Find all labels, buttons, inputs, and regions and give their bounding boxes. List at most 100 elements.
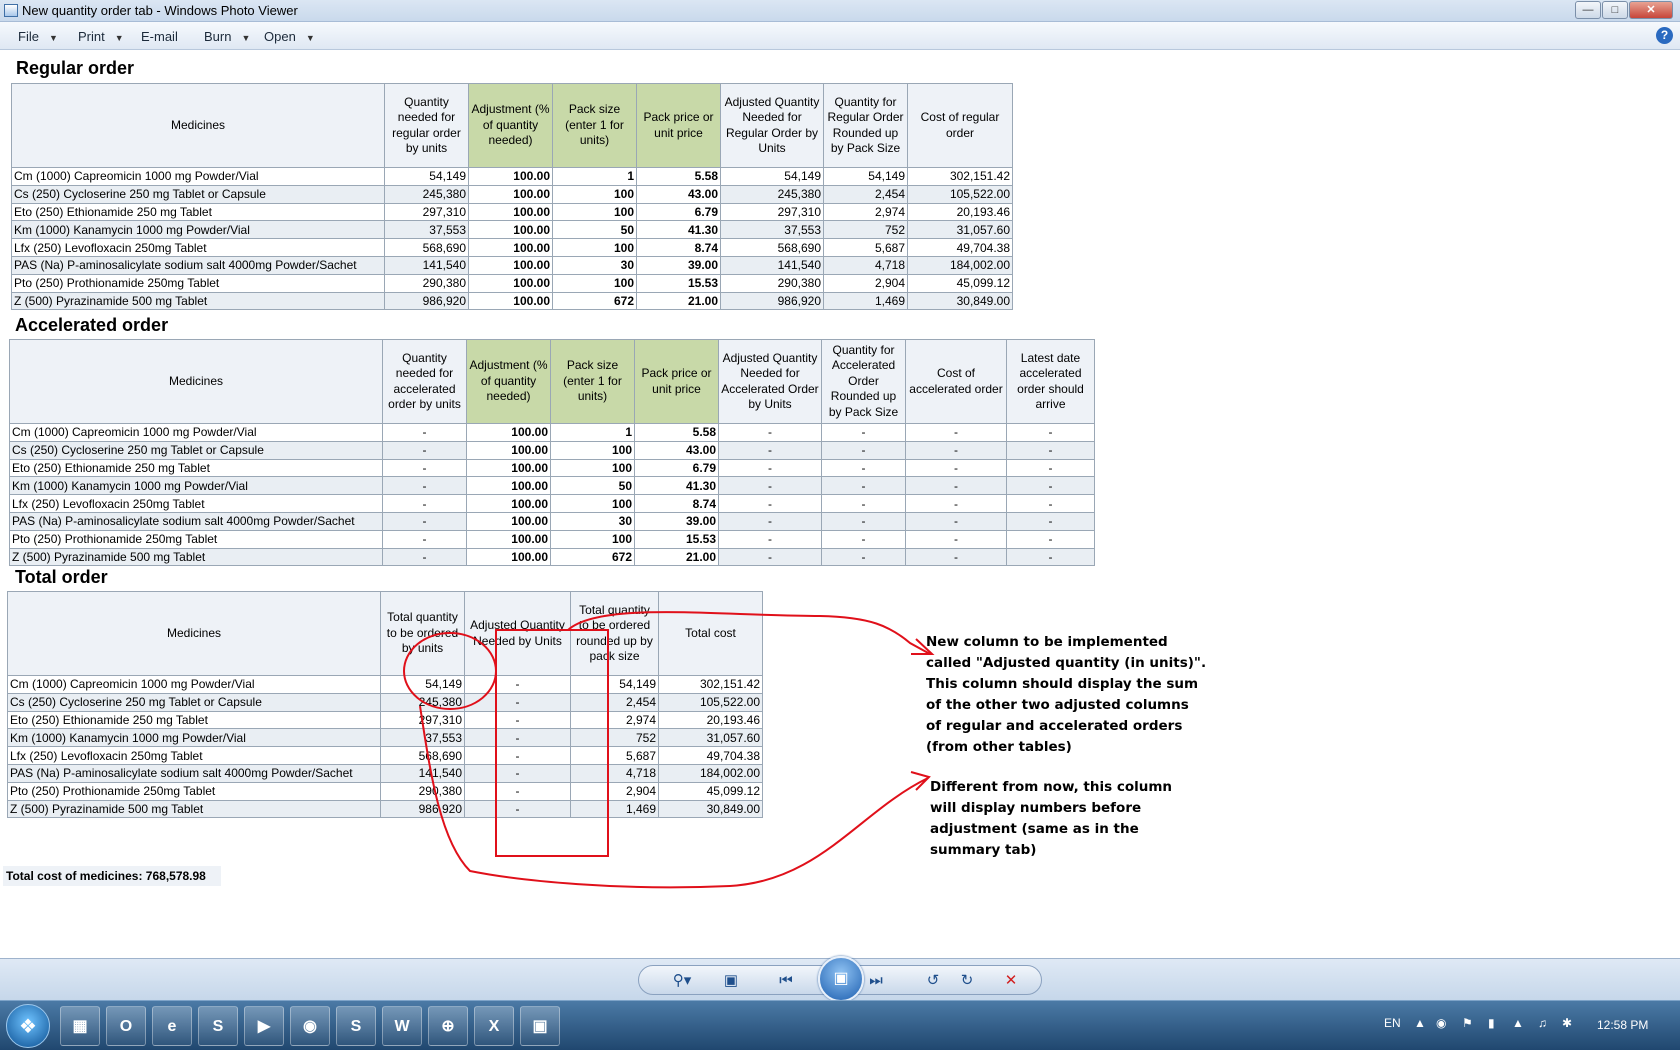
value-cell: 184,002.00	[658, 763, 763, 783]
explorer-icon[interactable]: ▦	[60, 1006, 100, 1046]
value-cell[interactable]: 672	[552, 291, 637, 311]
value-cell[interactable]: 15.53	[634, 529, 719, 549]
menu-open[interactable]: Open ▼	[264, 29, 315, 44]
value-cell[interactable]: 100.00	[466, 440, 551, 460]
table-row: Eto (250) Ethionamide 250 mg Tablet -100.…	[9, 458, 1095, 478]
minimize-icon[interactable]: —	[1575, 1, 1601, 19]
app-icon[interactable]: ⊕	[428, 1006, 468, 1046]
value-cell[interactable]: 30	[552, 255, 637, 275]
tray-app-icon[interactable]: ◉	[1436, 1016, 1446, 1030]
value-cell[interactable]: 43.00	[636, 184, 721, 204]
value-cell: 184,002.00	[907, 255, 1013, 275]
value-cell[interactable]: 41.30	[634, 476, 719, 496]
skype-business-icon[interactable]: S	[336, 1006, 376, 1046]
value-cell[interactable]: 43.00	[634, 440, 719, 460]
value-cell[interactable]: 39.00	[636, 255, 721, 275]
value-cell[interactable]: 41.30	[636, 220, 721, 240]
medicine-cell: Lfx (250) Levofloxacin 250mg Tablet	[9, 494, 383, 513]
clock[interactable]: 12:58 PM	[1597, 1018, 1648, 1032]
medicine-cell: Pto (250) Prothionamide 250mg Tablet	[11, 273, 385, 293]
value-cell[interactable]: 100	[550, 440, 635, 460]
zoom-icon[interactable]: ⚲▾	[665, 970, 699, 992]
value-cell[interactable]: 100.00	[468, 273, 553, 293]
value-cell[interactable]: 15.53	[636, 273, 721, 293]
value-cell[interactable]: 100.00	[468, 184, 553, 204]
tray-extra-icon[interactable]: ✱	[1562, 1016, 1572, 1030]
value-cell[interactable]: 100.00	[466, 458, 551, 478]
table-row: Km (1000) Kanamycin 1000 mg Powder/Vial -…	[9, 476, 1095, 496]
value-cell[interactable]: 21.00	[634, 547, 719, 567]
value-cell[interactable]: 100	[552, 273, 637, 293]
value-cell[interactable]: 100	[550, 529, 635, 549]
value-cell: -	[821, 529, 906, 549]
menu-burn[interactable]: Burn ▼	[204, 29, 250, 44]
value-cell: 245,380	[720, 184, 824, 204]
rotate-right-icon[interactable]: ↻	[955, 970, 979, 992]
value-cell[interactable]: 100.00	[468, 202, 553, 222]
value-cell[interactable]: 100.00	[466, 476, 551, 496]
start-button[interactable]: ❖	[6, 1004, 50, 1048]
value-cell[interactable]: 100	[552, 202, 637, 222]
value-cell[interactable]: 5.58	[636, 167, 721, 186]
value-cell[interactable]: 100.00	[468, 167, 553, 186]
value-cell[interactable]: 672	[550, 547, 635, 567]
value-cell[interactable]: 100.00	[466, 547, 551, 567]
value-cell[interactable]: 100	[552, 238, 637, 257]
value-cell[interactable]: 5.58	[634, 423, 719, 442]
close-icon[interactable]: ✕	[1629, 1, 1673, 19]
network-icon[interactable]: ▲	[1512, 1016, 1524, 1030]
value-cell[interactable]: 8.74	[636, 238, 721, 257]
action-center-icon[interactable]: ⚑	[1462, 1016, 1473, 1030]
table-row: PAS (Na) P-aminosalicylate sodium salt 4…	[9, 511, 1095, 531]
menu-email[interactable]: E-mail	[141, 29, 178, 44]
value-cell[interactable]: 50	[550, 476, 635, 496]
accelerated-header: Latest date accelerated order should arr…	[1006, 339, 1095, 424]
value-cell[interactable]: 100.00	[468, 220, 553, 240]
value-cell[interactable]: 100.00	[468, 291, 553, 311]
media-icon[interactable]: ▶	[244, 1006, 284, 1046]
word-icon[interactable]: W	[382, 1006, 422, 1046]
value-cell: -	[1006, 458, 1095, 478]
value-cell[interactable]: 100.00	[466, 529, 551, 549]
menu-print[interactable]: Print ▼	[78, 29, 124, 44]
menu-file[interactable]: File ▼	[18, 29, 58, 44]
photo-viewer-icon[interactable]: ▣	[520, 1006, 560, 1046]
show-hidden-icons[interactable]: ▲	[1414, 1016, 1426, 1030]
next-icon[interactable]: ⏭	[861, 970, 891, 992]
fit-icon[interactable]: ▣	[719, 970, 743, 992]
battery-icon[interactable]: ▮	[1488, 1016, 1495, 1030]
rotate-left-icon[interactable]: ↺	[921, 970, 945, 992]
value-cell[interactable]: 100.00	[468, 255, 553, 275]
outlook-icon[interactable]: O	[106, 1006, 146, 1046]
value-cell[interactable]: 100	[550, 494, 635, 513]
skype-icon[interactable]: S	[198, 1006, 238, 1046]
table-row: Lfx (250) Levofloxacin 250mg Tablet -100.…	[9, 494, 1095, 513]
value-cell[interactable]: 30	[550, 511, 635, 531]
value-cell[interactable]: 100.00	[468, 238, 553, 257]
slideshow-icon[interactable]: ▣	[818, 956, 864, 1002]
language-indicator[interactable]: EN	[1384, 1016, 1401, 1030]
excel-icon[interactable]: X	[474, 1006, 514, 1046]
value-cell[interactable]: 50	[552, 220, 637, 240]
maximize-icon[interactable]: □	[1602, 1, 1628, 19]
delete-icon[interactable]: ✕	[999, 970, 1023, 992]
previous-icon[interactable]: ⏮	[771, 970, 801, 992]
chrome-icon[interactable]: ◉	[290, 1006, 330, 1046]
value-cell[interactable]: 100	[550, 458, 635, 478]
help-icon[interactable]: ?	[1656, 27, 1673, 44]
volume-icon[interactable]: ♫	[1538, 1016, 1547, 1030]
value-cell[interactable]: 6.79	[634, 458, 719, 478]
ie-icon[interactable]: e	[152, 1006, 192, 1046]
value-cell[interactable]: 39.00	[634, 511, 719, 531]
value-cell[interactable]: 21.00	[636, 291, 721, 311]
value-cell[interactable]: 1	[550, 423, 635, 442]
value-cell[interactable]: 100	[552, 184, 637, 204]
value-cell[interactable]: 100.00	[466, 511, 551, 531]
value-cell[interactable]: 8.74	[634, 494, 719, 513]
value-cell[interactable]: 6.79	[636, 202, 721, 222]
value-cell[interactable]: 1	[552, 167, 637, 186]
value-cell: -	[905, 423, 1007, 442]
value-cell: 4,718	[823, 255, 908, 275]
value-cell[interactable]: 100.00	[466, 423, 551, 442]
value-cell[interactable]: 100.00	[466, 494, 551, 513]
